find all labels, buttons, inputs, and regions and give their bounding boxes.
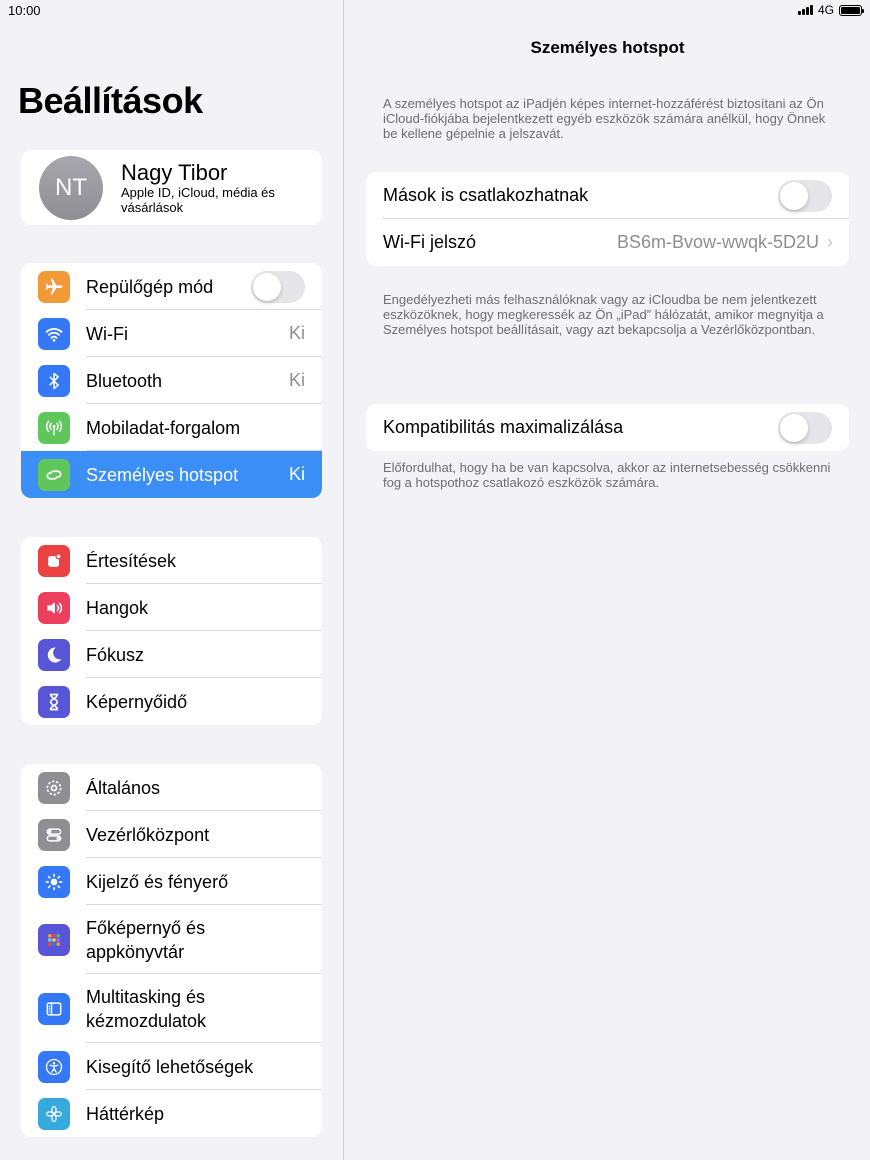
compatibility-note: Előfordulhat, hogy ha be van kapcsolva, …	[383, 460, 831, 490]
connectivity-group: Repülőgép mód Wi-Fi Ki Bluetooth Ki Mobi…	[21, 263, 322, 498]
sidebar-item-label: Kijelző és fényerő	[86, 871, 229, 892]
allow-others-label: Mások is csatlakozhatnak	[383, 185, 589, 205]
profile-name: Nagy Tibor	[121, 159, 228, 185]
compatibility-toggle[interactable]	[778, 411, 832, 444]
sidebar-item-label: Wi-Fi	[86, 323, 128, 344]
wifi-status: Ki	[288, 323, 305, 343]
sidebar-item-personal-hotspot[interactable]: Személyes hotspot Ki	[21, 451, 322, 498]
flower-icon	[38, 1097, 70, 1130]
sidebar-item-general[interactable]: Általános	[21, 764, 322, 811]
sidebar-title: Beállítások	[18, 80, 203, 121]
sidebar-item-label: Általános	[86, 777, 161, 798]
avatar: NT	[39, 155, 103, 220]
sidebar-item-label: Vezérlőközpont	[86, 824, 210, 845]
hotspot-settings-group: Mások is csatlakozhatnak Wi-Fi jelszó BS…	[366, 172, 849, 266]
wifi-password-row[interactable]: Wi-Fi jelszó BS6m-Bvow-wwqk-5D2U ›	[366, 219, 849, 266]
hotspot-intro-text: A személyes hotspot az iPadjén képes int…	[383, 96, 826, 141]
bluetooth-status: Ki	[288, 370, 305, 390]
accessibility-icon	[38, 1050, 70, 1083]
sidebar-item-bluetooth[interactable]: Bluetooth Ki	[21, 357, 322, 404]
sidebar-item-label: Képernyőidő	[86, 691, 188, 712]
sidebar-item-label: Személyes hotspot	[86, 464, 239, 485]
allow-others-note: Engedélyezheti más felhasználóknak vagy …	[383, 292, 824, 337]
apple-id-profile[interactable]: NT Nagy Tibor Apple ID, iCloud, média és…	[21, 150, 322, 225]
page-title: Személyes hotspot	[530, 38, 685, 57]
multitasking-icon	[38, 992, 70, 1025]
sidebar-item-label: Főképernyő és appkönyvtár	[86, 917, 206, 962]
compatibility-label: Kompatibilitás maximalizálása	[383, 417, 624, 437]
sidebar-item-screen-time[interactable]: Képernyőidő	[21, 678, 322, 725]
sidebar-item-label: Fókusz	[86, 644, 145, 665]
allow-others-toggle[interactable]	[778, 179, 832, 212]
gear-icon	[38, 771, 70, 804]
airplane-mode-toggle[interactable]	[251, 270, 305, 303]
chevron-right-icon: ›	[827, 232, 833, 252]
profile-subtitle: Apple ID, iCloud, média és vásárlások	[121, 184, 275, 215]
sidebar-item-control-center[interactable]: Vezérlőközpont	[21, 811, 322, 858]
settings-sidebar: Beállítások NT Nagy Tibor Apple ID, iClo…	[0, 0, 344, 1160]
general-group: Általános Vezérlőközpont Kijelző és fény…	[21, 764, 322, 1137]
sidebar-item-label: Értesítések	[86, 550, 177, 571]
sidebar-item-notifications[interactable]: Értesítések	[21, 537, 322, 584]
sidebar-item-label: Háttérkép	[86, 1103, 165, 1124]
sidebar-item-sounds[interactable]: Hangok	[21, 584, 322, 631]
sidebar-item-label: Kisegítő lehetőségek	[86, 1056, 254, 1077]
grid-icon	[38, 923, 70, 956]
sidebar-item-label: Hangok	[86, 597, 149, 618]
switches-icon	[38, 818, 70, 851]
sidebar-item-label: Multitasking és kézmozdulatok	[86, 986, 207, 1031]
sidebar-item-label: Repülőgép mód	[86, 276, 214, 297]
sidebar-item-wifi[interactable]: Wi-Fi Ki	[21, 310, 322, 357]
hotspot-detail-pane: Személyes hotspot A személyes hotspot az…	[345, 0, 870, 1160]
sun-icon	[38, 865, 70, 898]
bluetooth-icon	[38, 364, 70, 397]
sidebar-item-airplane-mode[interactable]: Repülőgép mód	[21, 263, 322, 310]
antenna-icon	[38, 411, 70, 444]
sidebar-item-label: Bluetooth	[86, 370, 163, 391]
hotspot-status: Ki	[288, 464, 305, 484]
sidebar-item-display[interactable]: Kijelző és fényerő	[21, 858, 322, 905]
hourglass-icon	[38, 685, 70, 718]
airplane-icon	[38, 270, 70, 303]
compatibility-group: Kompatibilitás maximalizálása	[366, 404, 849, 451]
sidebar-item-mobile-data[interactable]: Mobiladat-forgalom	[21, 404, 322, 451]
sidebar-item-wallpaper[interactable]: Háttérkép	[21, 1090, 322, 1137]
speaker-icon	[38, 591, 70, 624]
sidebar-item-focus[interactable]: Fókusz	[21, 631, 322, 678]
wifi-icon	[38, 317, 70, 350]
wifi-password-value: BS6m-Bvow-wwqk-5D2U	[616, 232, 819, 252]
notification-icon	[38, 544, 70, 577]
wifi-password-label: Wi-Fi jelszó	[383, 232, 476, 252]
notifications-group: Értesítések Hangok Fókusz Képernyőidő	[21, 537, 322, 725]
allow-others-row: Mások is csatlakozhatnak	[366, 172, 849, 219]
hotspot-icon	[38, 458, 70, 491]
moon-icon	[38, 638, 70, 671]
sidebar-item-multitasking[interactable]: Multitasking és kézmozdulatok	[21, 974, 322, 1043]
sidebar-item-label: Mobiladat-forgalom	[86, 417, 241, 438]
compatibility-row: Kompatibilitás maximalizálása	[366, 404, 849, 451]
sidebar-item-accessibility[interactable]: Kisegítő lehetőségek	[21, 1043, 322, 1090]
sidebar-item-home-screen[interactable]: Főképernyő és appkönyvtár	[21, 905, 322, 974]
